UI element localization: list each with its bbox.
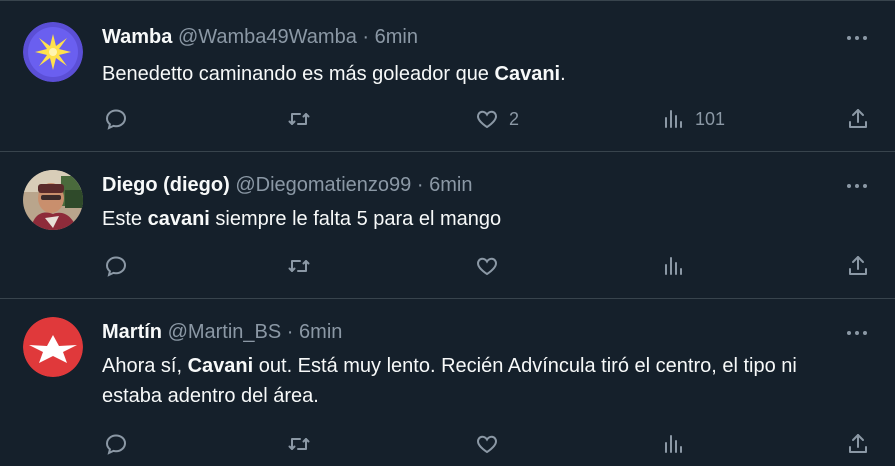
retweet-button[interactable]: [287, 104, 311, 134]
views-button[interactable]: 101: [661, 104, 725, 134]
highlighted-keyword: Cavani: [494, 63, 561, 85]
share-button[interactable]: [846, 104, 870, 134]
tweet-header: Diego (diego) @Diegomatienzo99 · 6min: [102, 172, 472, 198]
reply-icon: [105, 109, 127, 130]
text-segment: Benedetto caminando es más goleador que: [102, 63, 495, 85]
text-segment: siempre le falta 5 para el mango: [209, 208, 502, 230]
timestamp[interactable]: 6min: [299, 321, 342, 343]
views-icon: [665, 110, 682, 128]
views-button[interactable]: [661, 429, 695, 459]
star-wings-icon: [23, 317, 83, 377]
heart-icon: [477, 110, 497, 129]
tweet-actions: 2 101: [0, 104, 895, 134]
share-button[interactable]: [846, 429, 870, 459]
tweet-text: Este cavani siempre le falta 5 para el m…: [102, 204, 862, 234]
heart-icon: [477, 435, 497, 454]
share-icon: [849, 109, 867, 128]
tweet[interactable]: Martín @Martin_BS · 6min Ahora sí, Cavan…: [0, 299, 895, 466]
tweet-actions: [0, 429, 895, 459]
retweet-button[interactable]: [287, 429, 311, 459]
avatar[interactable]: [23, 317, 83, 377]
reply-button[interactable]: [104, 104, 128, 134]
more-icon[interactable]: [843, 321, 871, 345]
avatar[interactable]: [23, 170, 83, 230]
retweet-icon: [288, 438, 310, 450]
text-segment: .: [560, 63, 566, 85]
reply-button[interactable]: [104, 251, 128, 281]
highlighted-keyword: cavani: [147, 208, 210, 230]
separator: ·: [286, 321, 294, 343]
timeline: Wamba @Wamba49Wamba · 6min Benedetto cam…: [0, 0, 895, 466]
timestamp[interactable]: 6min: [429, 174, 472, 196]
reply-icon: [105, 256, 127, 277]
tweet[interactable]: Wamba @Wamba49Wamba · 6min Benedetto cam…: [0, 0, 895, 152]
handle[interactable]: @Diegomatienzo99: [235, 174, 411, 196]
like-button[interactable]: [475, 251, 509, 281]
timestamp[interactable]: 6min: [375, 26, 418, 48]
tweet[interactable]: Diego (diego) @Diegomatienzo99 · 6min Es…: [0, 152, 895, 299]
views-icon: [665, 435, 682, 453]
display-name[interactable]: Martín: [102, 321, 162, 343]
tweet-text: Ahora sí, Cavani out. Está muy lento. Re…: [102, 351, 847, 411]
display-name[interactable]: Diego (diego): [102, 174, 230, 196]
like-button[interactable]: [475, 429, 509, 459]
separator: ·: [362, 26, 370, 48]
tweet-actions: [0, 251, 895, 281]
more-icon[interactable]: [843, 26, 871, 50]
share-icon: [849, 434, 867, 453]
heart-icon: [477, 257, 497, 276]
more-icon[interactable]: [843, 174, 871, 198]
share-icon: [849, 256, 867, 275]
tweet-header: Martín @Martin_BS · 6min: [102, 319, 342, 345]
text-segment: Este: [102, 208, 148, 230]
views-count: 101: [695, 108, 726, 129]
eight-point-star-icon: [23, 22, 83, 82]
avatar[interactable]: [23, 22, 83, 82]
display-name[interactable]: Wamba: [102, 26, 172, 48]
like-button[interactable]: 2: [475, 104, 519, 134]
views-icon: [665, 257, 682, 275]
views-button[interactable]: [661, 251, 695, 281]
text-segment: Ahora sí,: [102, 355, 188, 377]
retweet-button[interactable]: [287, 251, 311, 281]
highlighted-keyword: Cavani: [187, 355, 254, 377]
reply-button[interactable]: [104, 429, 128, 459]
retweet-icon: [288, 113, 310, 125]
share-button[interactable]: [846, 251, 870, 281]
handle[interactable]: @Martin_BS: [168, 321, 282, 343]
handle[interactable]: @Wamba49Wamba: [178, 26, 357, 48]
like-count: 2: [509, 108, 520, 129]
tweet-text: Benedetto caminando es más goleador que …: [102, 59, 862, 89]
tweet-header: Wamba @Wamba49Wamba · 6min: [102, 24, 418, 50]
retweet-icon: [288, 260, 310, 272]
person-photo-avatar: [23, 170, 83, 230]
separator: ·: [416, 174, 424, 196]
reply-icon: [105, 434, 127, 455]
